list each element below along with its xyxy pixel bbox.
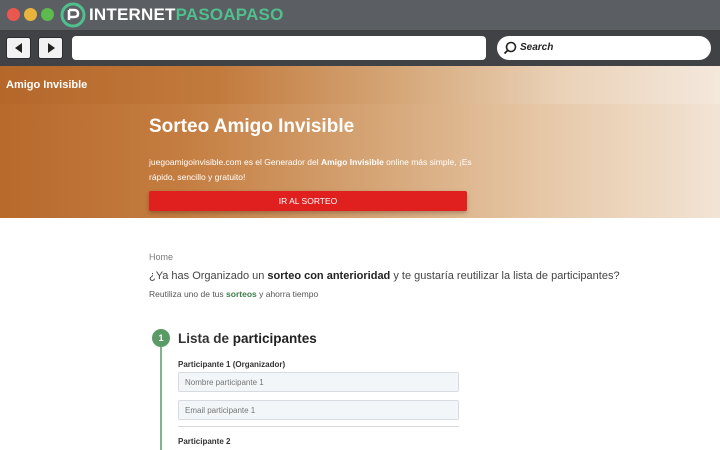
reuse-hint: Reutiliza uno de tus sorteos y ahorra ti…: [149, 289, 318, 299]
forward-button[interactable]: [38, 37, 63, 59]
site-logo-link[interactable]: Amigo Invisible: [6, 79, 87, 91]
minimize-window-button[interactable]: [24, 8, 37, 21]
question-text-2: y te gustaría reutilizar la lista de par…: [390, 270, 620, 282]
arrow-left-icon: [15, 43, 22, 53]
step-connector-line: [160, 347, 162, 450]
participant-2-label: Participante 2: [178, 437, 231, 446]
participants-section-title: Lista de participantes: [178, 331, 317, 346]
back-button[interactable]: [6, 37, 31, 59]
close-window-button[interactable]: [7, 8, 20, 21]
hint-text-2: y ahorra tiempo: [256, 289, 319, 299]
section-title-bold: participantes: [232, 331, 317, 346]
site-navbar: Amigo Invisible: [0, 66, 720, 104]
hint-text-1: Reutiliza uno de tus: [149, 289, 227, 299]
question-bold: sorteo con anterioridad: [267, 270, 391, 282]
brand-watermark: INTERNET PASOAPASO: [60, 2, 284, 28]
brand-text-internet: INTERNET: [89, 5, 176, 24]
hero-description: juegoamigoinvisible.com es el Generador …: [149, 155, 479, 185]
breadcrumb-home[interactable]: Home: [149, 252, 173, 262]
draws-link[interactable]: sorteos: [226, 289, 257, 299]
section-title-text: Lista de: [178, 331, 233, 346]
search-placeholder: Search: [520, 42, 554, 53]
participant-1-email-input[interactable]: [178, 400, 459, 420]
hero-title: Sorteo Amigo Invisible: [149, 116, 355, 137]
window-titlebar: INTERNET PASOAPASO: [0, 0, 720, 30]
maximize-window-button[interactable]: [41, 8, 54, 21]
step-number-badge: 1: [152, 329, 170, 347]
brand-text-pasoapaso: PASOAPASO: [175, 5, 284, 24]
participant-divider: [178, 426, 459, 427]
hero-desc-text-1: juegoamigoinvisible.com es el Generador …: [149, 157, 321, 167]
browser-toolbar: Search: [0, 30, 720, 66]
hero-desc-bold: Amigo Invisible: [320, 157, 384, 167]
hero-banner: Sorteo Amigo Invisible juegoamigoinvisib…: [0, 104, 720, 218]
question-text-1: ¿Ya has Organizado un: [149, 270, 268, 282]
participant-1-label: Participante 1 (Organizador): [178, 360, 286, 369]
arrow-right-icon: [48, 43, 55, 53]
address-bar[interactable]: [72, 36, 486, 60]
go-to-draw-button[interactable]: IR AL SORTEO: [149, 191, 467, 211]
participant-1-name-input[interactable]: [178, 372, 459, 392]
reuse-question: ¿Ya has Organizado un sorteo con anterio…: [149, 270, 620, 282]
browser-search-field[interactable]: Search: [497, 36, 711, 60]
search-icon: [503, 41, 517, 55]
brand-logo-icon: [60, 2, 86, 28]
